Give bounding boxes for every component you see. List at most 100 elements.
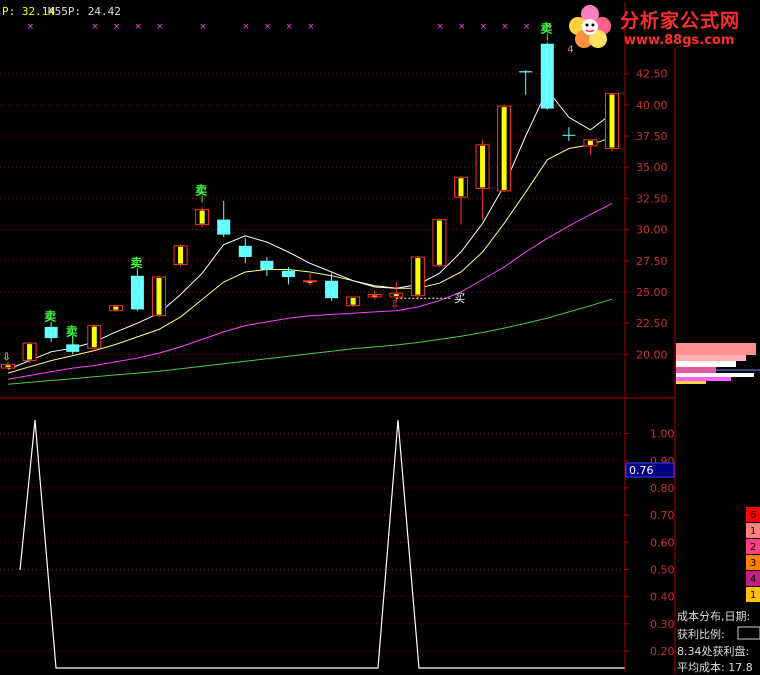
sell-signal: 卖 xyxy=(44,309,56,324)
candle-body-down xyxy=(217,219,231,235)
cost-band xyxy=(676,381,706,384)
candle-body-down xyxy=(540,43,554,109)
main-tick-label: 40.00 xyxy=(636,99,668,112)
candle-body-down xyxy=(519,71,533,73)
candle-body-up-fill xyxy=(27,344,33,360)
osc-tick-label: 0.30 xyxy=(650,618,675,631)
ma-magenta-line xyxy=(7,202,613,380)
buy-level-label: 买 xyxy=(454,292,465,305)
top-signal-marker: × xyxy=(436,22,444,32)
candle-body-up-fill xyxy=(393,294,399,296)
m55-readout: M55P: 24.42 xyxy=(48,5,121,18)
cost-distribution: 6 1 2 3 4 1 xyxy=(676,343,760,640)
legend-value: 2 xyxy=(750,542,756,553)
main-tick-label: 27.50 xyxy=(636,255,668,268)
legend-value: 1 xyxy=(750,590,756,601)
top-signal-marker: × xyxy=(156,22,164,32)
sell-signal: 卖 xyxy=(66,324,78,339)
candle-body-up-fill xyxy=(199,210,205,224)
candle-body-up-fill xyxy=(178,246,184,264)
buy-signal: ⇩ xyxy=(2,351,11,364)
osc-tick-label: 0.70 xyxy=(650,509,675,522)
sell-signal: 卖 xyxy=(130,255,142,270)
osc-current-value: 0.76 xyxy=(629,464,654,477)
candle-body-up-fill xyxy=(501,107,507,190)
cost-panel-line-1: 成本分布,日期: xyxy=(677,610,751,623)
osc-tick-label: 1.00 xyxy=(650,428,675,441)
candle-layer xyxy=(1,42,619,370)
main-tick-label: 30.00 xyxy=(636,224,668,237)
top-signal-marker: × xyxy=(285,22,293,32)
osc-tick-label: 0.40 xyxy=(650,591,675,604)
candle-body-down xyxy=(325,280,339,299)
sell-signal: 卖 xyxy=(195,183,207,198)
legend-value: 3 xyxy=(750,558,756,569)
cost-band xyxy=(676,343,756,355)
candle-body-down xyxy=(66,344,80,352)
main-tick-label: 42.50 xyxy=(636,68,668,81)
top-signal-marker: × xyxy=(113,22,121,32)
main-tick-label: 20.00 xyxy=(636,348,668,361)
top-signal-marker: × xyxy=(307,22,315,32)
candle-body-up-fill xyxy=(350,297,356,305)
candle-body-up-fill xyxy=(91,326,97,348)
candle-body-up-fill xyxy=(307,281,313,283)
top-signal-marker: × xyxy=(501,22,509,32)
cost-band xyxy=(676,361,736,367)
candle-body-up-fill xyxy=(587,140,593,146)
top-signal-marker: × xyxy=(242,22,250,32)
buy-signal: ⇩ xyxy=(390,298,399,311)
main-tick-label: 25.00 xyxy=(636,286,668,299)
top-signal-marker: × xyxy=(134,22,142,32)
osc-layer xyxy=(19,419,625,669)
osc-tick-label: 0.60 xyxy=(650,536,675,549)
flower-logo-icon xyxy=(569,5,611,48)
main-tick-label: 32.50 xyxy=(636,192,668,205)
candle-body-up-fill xyxy=(480,145,486,188)
legend-value: 6 xyxy=(750,510,756,521)
candle-body-up-fill xyxy=(415,258,421,295)
candle-body-up-fill xyxy=(436,220,442,265)
candle-body-up-fill xyxy=(113,306,119,310)
cost-band xyxy=(676,373,754,377)
main-tick-label: 35.00 xyxy=(636,161,668,174)
watermark-url: www.88gs.com xyxy=(624,33,735,48)
cost-panel-line-2: 获利比例: xyxy=(677,628,725,641)
top-signal-marker: × xyxy=(458,22,466,32)
legend-value: 4 xyxy=(750,574,756,585)
osc-line xyxy=(19,419,625,669)
cost-band xyxy=(676,377,731,381)
signal-layer: × × × × × × × × × × × × × × × ×卖卖卖卖卖⇩⇩ 买4 xyxy=(2,20,574,363)
legend-value: 1 xyxy=(750,526,756,537)
osc-tick-label: 0.20 xyxy=(650,645,675,658)
candle-body-down xyxy=(238,245,252,258)
top-signal-marker: × xyxy=(27,22,35,32)
main-tick-label: 37.50 xyxy=(636,130,668,143)
candle-body-up-fill xyxy=(372,295,378,297)
candle-body-down xyxy=(281,270,295,277)
ma-label: P: xyxy=(2,5,16,18)
candle-body-up-fill xyxy=(5,365,11,368)
candle-body-down xyxy=(562,134,576,136)
candle-body-up-fill xyxy=(458,178,464,197)
osc-tick-label: 0.50 xyxy=(650,563,675,576)
m55-value: 24.42 xyxy=(87,5,121,18)
watermark-logo: 分析家公式网 www.88gs.com xyxy=(560,2,756,52)
m55-label: M55P: xyxy=(48,5,82,18)
profit-ratio-box xyxy=(737,626,760,640)
cost-panel-line-4: 平均成本: 17.8 xyxy=(677,661,753,674)
osc-tick-label: 0.80 xyxy=(650,482,675,495)
candle-body-up xyxy=(303,280,317,283)
main-tick-label: 22.50 xyxy=(636,317,668,330)
cost-band xyxy=(676,355,746,361)
candle-body-down xyxy=(260,260,274,270)
watermark-brand: 分析家公式网 xyxy=(620,10,741,32)
candle-body-up-fill xyxy=(609,94,615,148)
top-signal-marker: × xyxy=(199,22,207,32)
top-signal-marker: × xyxy=(91,22,99,32)
candle-body-down xyxy=(130,275,144,310)
top-signal-marker: × xyxy=(523,22,531,32)
top-signal-marker: × xyxy=(264,22,272,32)
grid-layer xyxy=(0,73,625,652)
chart-stage: × × × × × × × × × × × × × × × ×卖卖卖卖卖⇩⇩ 买4 42.5040.0037.5… xyxy=(0,2,760,674)
